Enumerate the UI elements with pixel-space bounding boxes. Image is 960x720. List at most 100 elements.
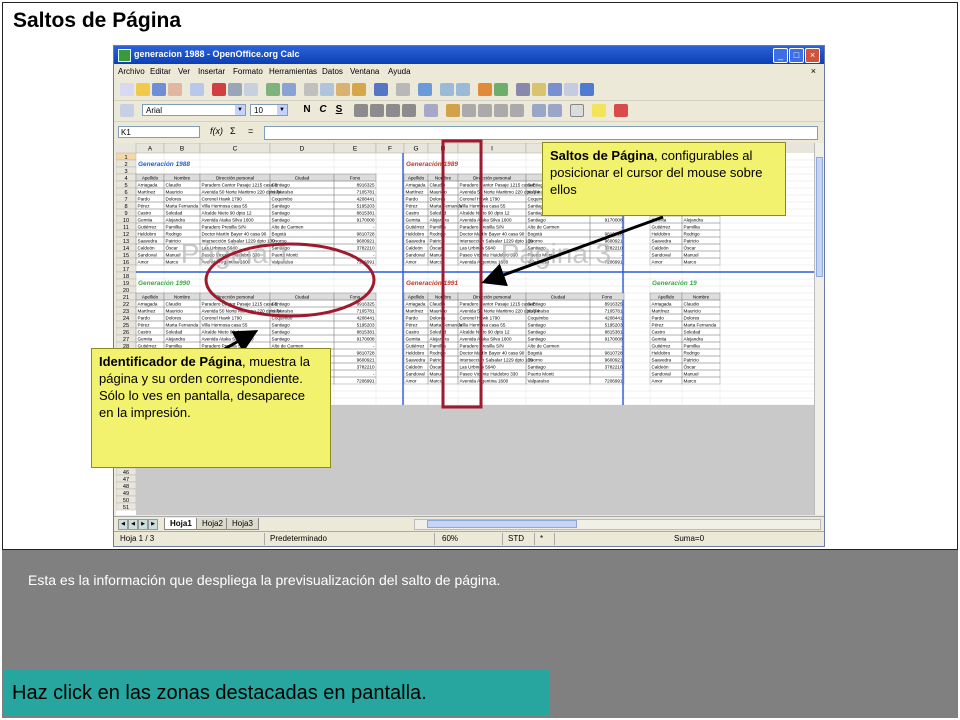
prev-sheet-icon[interactable]: ◀ [128,519,138,530]
help-icon[interactable] [580,83,594,96]
table-cell-value: Caldeón [138,246,156,251]
cut-icon[interactable] [304,83,318,96]
gallery-icon[interactable] [548,83,562,96]
justify-icon[interactable] [402,104,416,117]
copy-icon[interactable] [320,83,334,96]
table-cell-value: Rodrigo [430,351,447,356]
bold-button[interactable]: N [300,104,314,115]
horizontal-scroll-thumb[interactable] [427,520,577,528]
align-right-icon[interactable] [386,104,400,117]
percent-format-icon[interactable] [462,104,476,117]
sheet-tab-hoja1[interactable]: Hoja1 [164,518,198,530]
menu-herramientas[interactable]: Herramientas [269,67,317,76]
next-sheet-icon[interactable]: ▶ [138,519,148,530]
navigator-icon[interactable] [532,83,546,96]
page-preview-icon[interactable] [244,83,258,96]
table-cell-value: Santiago [272,218,291,223]
redo-icon[interactable] [396,83,410,96]
borders-icon[interactable] [570,104,584,117]
last-sheet-icon[interactable]: ▶ [148,519,158,530]
underline-button[interactable]: S [332,104,346,115]
formula-input[interactable] [264,126,818,140]
table-cell-value: Arriagada [138,302,158,307]
hyperlink-icon[interactable] [418,83,432,96]
sum-icon[interactable]: Σ [230,126,236,136]
table-cell[interactable] [333,250,377,259]
instruction-banner[interactable]: Haz click en las zonas destacadas en pan… [4,670,550,716]
maximize-button[interactable]: □ [789,48,804,63]
status-mode[interactable]: STD [508,534,524,543]
decrease-indent-icon[interactable] [532,104,546,117]
close-button[interactable]: × [805,48,820,63]
add-decimal-icon[interactable] [494,104,508,117]
table-cell-value: Santiago [528,330,547,335]
currency-format-icon[interactable] [446,104,460,117]
align-center-icon[interactable] [370,104,384,117]
first-sheet-icon[interactable]: ◀ [118,519,128,530]
sort-descending-icon[interactable] [456,83,470,96]
vertical-scroll-thumb[interactable] [816,157,823,277]
autospell-icon[interactable] [282,83,296,96]
menu-formato[interactable]: Formato [233,67,263,76]
menu-insertar[interactable]: Insertar [198,67,225,76]
function-wizard-icon[interactable]: f(x) [210,126,223,136]
horizontal-scrollbar[interactable] [414,519,821,530]
sheet-tab-hoja3[interactable]: Hoja3 [226,518,259,530]
spellcheck-icon[interactable] [266,83,280,96]
close-document-icon[interactable]: × [811,66,816,76]
draw-functions-icon[interactable] [494,83,508,96]
open-icon[interactable] [136,83,150,96]
increase-indent-icon[interactable] [548,104,562,117]
font-size-select[interactable]: 10 ▼ [250,104,288,116]
menu-editar[interactable]: Editar [150,67,171,76]
vertical-scrollbar[interactable] [814,143,824,515]
font-name-select[interactable]: Arial ▼ [142,104,246,116]
save-icon[interactable] [152,83,166,96]
calc-app-icon [118,49,131,62]
menu-ventana[interactable]: Ventana [350,67,379,76]
table-cell-value: Martínez [652,309,671,314]
standard-format-icon[interactable] [478,104,492,117]
styles-icon[interactable] [120,104,134,117]
sort-ascending-icon[interactable] [440,83,454,96]
delete-decimal-icon[interactable] [510,104,524,117]
table-cell[interactable] [589,341,625,350]
sheet-tab-hoja2[interactable]: Hoja2 [196,518,229,530]
table-cell[interactable] [333,369,377,378]
table-cell[interactable] [589,222,625,231]
edit-file-icon[interactable] [190,83,204,96]
function-icon[interactable]: = [248,126,253,136]
export-pdf-icon[interactable] [212,83,226,96]
chart-icon[interactable] [478,83,492,96]
table-cell[interactable] [333,222,377,231]
table-cell-value: 5195203 [357,204,375,209]
menu-ayuda[interactable]: Ayuda [388,67,411,76]
table-cell[interactable] [589,369,625,378]
table-cell-value: 5195203 [357,323,375,328]
table-cell-value: Rodrigo [430,232,447,237]
table-cell-value: Claudio [166,302,182,307]
menu-datos[interactable]: Datos [322,67,343,76]
status-zoom[interactable]: 60% [442,534,458,543]
background-color-icon[interactable] [592,104,606,117]
table-cell[interactable] [333,341,377,350]
merge-cells-icon[interactable] [424,104,438,117]
table-cell-value: Pamilka [166,225,183,230]
table-cell-value: 9170008 [357,337,375,342]
format-paintbrush-icon[interactable] [352,83,366,96]
new-icon[interactable] [120,83,134,96]
menu-archivo[interactable]: Archivo [118,67,145,76]
minimize-button[interactable]: _ [773,48,788,63]
paste-icon[interactable] [336,83,350,96]
italic-button[interactable]: C [316,104,330,115]
print-icon[interactable] [228,83,242,96]
align-left-icon[interactable] [354,104,368,117]
find-replace-icon[interactable] [516,83,530,96]
undo-icon[interactable] [374,83,388,96]
email-icon[interactable] [168,83,182,96]
font-color-icon[interactable] [614,104,628,117]
name-box[interactable]: K1 [118,126,200,138]
table-cell-value: Manuel [684,372,699,377]
data-sources-icon[interactable] [564,83,578,96]
menu-ver[interactable]: Ver [178,67,190,76]
